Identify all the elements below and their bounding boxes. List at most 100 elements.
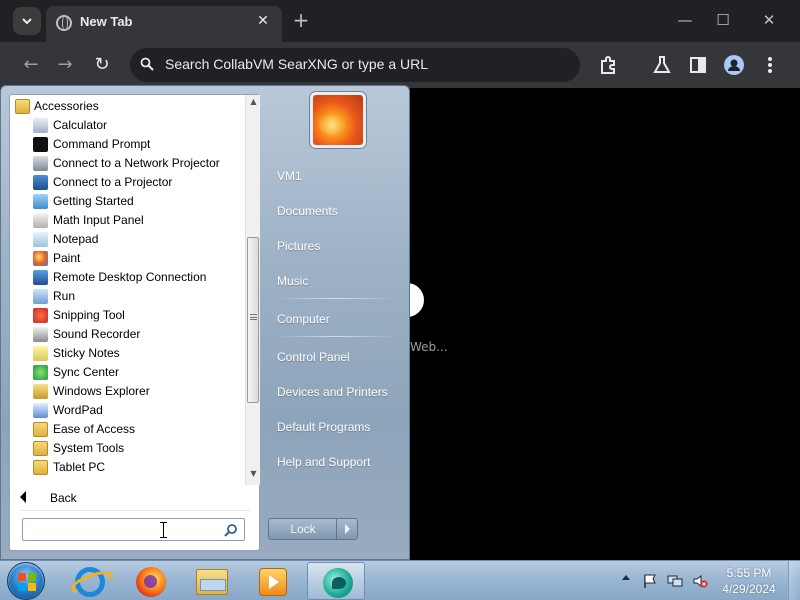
show-desktop-button[interactable] bbox=[788, 561, 800, 600]
globe-icon bbox=[56, 15, 72, 31]
menu-icon[interactable] bbox=[758, 53, 782, 77]
devices-printers-link[interactable]: Devices and Printers bbox=[277, 385, 388, 399]
windows-logo-icon bbox=[18, 573, 36, 591]
user-folder-link[interactable]: VM1 bbox=[277, 169, 302, 183]
list-item-label: Run bbox=[53, 289, 76, 303]
list-item[interactable]: Connect to a Network Projector bbox=[10, 154, 245, 173]
list-item[interactable]: Command Prompt bbox=[10, 135, 245, 154]
list-item[interactable]: Connect to a Projector bbox=[10, 173, 245, 192]
scroll-up-arrow-icon[interactable]: ▲ bbox=[246, 95, 261, 109]
list-item-label: Snipping Tool bbox=[53, 308, 125, 322]
list-item[interactable]: WordPad bbox=[10, 401, 245, 420]
list-item-label: Connect to a Projector bbox=[53, 175, 173, 189]
start-menu-left-pane: Accessories Calculator Command Prompt Conne… bbox=[9, 94, 260, 551]
labs-icon[interactable] bbox=[650, 53, 674, 77]
start-menu-right-pane: VM1 Documents Pictures Music Computer Co… bbox=[263, 86, 409, 556]
taskbar-media-player[interactable] bbox=[244, 562, 302, 600]
side-panel-icon[interactable] bbox=[686, 53, 710, 77]
documents-link[interactable]: Documents bbox=[277, 204, 338, 218]
list-item-label: Paint bbox=[53, 251, 81, 265]
snipping-tool-icon bbox=[33, 308, 48, 323]
taskbar-internet-explorer[interactable] bbox=[60, 562, 118, 600]
list-item-label: WordPad bbox=[53, 403, 103, 417]
list-item-label: Getting Started bbox=[53, 194, 134, 208]
notepad-icon bbox=[33, 232, 48, 247]
search-icon[interactable] bbox=[224, 523, 238, 537]
music-link[interactable]: Music bbox=[277, 274, 308, 288]
list-item[interactable]: Getting Started bbox=[10, 192, 245, 211]
run-icon bbox=[33, 289, 48, 304]
list-item[interactable]: Notepad bbox=[10, 230, 245, 249]
list-item-label: Ease of Access bbox=[53, 422, 136, 436]
list-item[interactable]: System Tools bbox=[10, 439, 245, 458]
network-icon[interactable] bbox=[667, 573, 683, 589]
minimize-button[interactable]: — bbox=[672, 8, 698, 32]
address-bar[interactable]: Search CollabVM SearXNG or type a URL bbox=[130, 48, 580, 82]
tab-new-tab[interactable]: New Tab ✕ bbox=[46, 6, 282, 42]
sync-center-icon bbox=[33, 365, 48, 380]
list-item[interactable]: Sticky Notes bbox=[10, 344, 245, 363]
list-item-label: Connect to a Network Projector bbox=[53, 156, 220, 170]
all-programs-list: Accessories Calculator Command Prompt Conne… bbox=[10, 95, 245, 485]
start-button[interactable] bbox=[7, 562, 45, 600]
profile-icon[interactable] bbox=[722, 53, 746, 77]
default-programs-link[interactable]: Default Programs bbox=[277, 420, 370, 434]
lock-button[interactable]: Lock bbox=[268, 518, 358, 540]
taskbar-remote-viewer[interactable] bbox=[307, 562, 365, 600]
divider bbox=[273, 336, 399, 337]
start-search-input[interactable] bbox=[22, 518, 245, 541]
tab-search-button[interactable] bbox=[13, 7, 41, 35]
back-arrow-icon bbox=[20, 491, 26, 503]
list-item-label: Tablet PC bbox=[53, 460, 106, 474]
maximize-button[interactable]: ☐ bbox=[710, 8, 736, 32]
computer-link[interactable]: Computer bbox=[277, 312, 330, 326]
close-window-button[interactable]: ✕ bbox=[756, 8, 782, 32]
extensions-icon[interactable] bbox=[597, 53, 621, 77]
math-input-icon bbox=[33, 213, 48, 228]
folder-icon bbox=[33, 422, 48, 437]
action-center-flag-icon[interactable] bbox=[642, 573, 658, 589]
clock-time[interactable]: 5:55 PM bbox=[718, 566, 780, 580]
list-item[interactable]: Paint bbox=[10, 249, 245, 268]
list-item[interactable]: Math Input Panel bbox=[10, 211, 245, 230]
reload-icon[interactable]: ↻ bbox=[89, 52, 115, 78]
shutdown-options-arrow-icon[interactable] bbox=[336, 519, 357, 539]
accessories-folder[interactable]: Accessories bbox=[10, 97, 245, 116]
volume-muted-icon[interactable] bbox=[692, 573, 708, 589]
show-hidden-icons-icon[interactable] bbox=[622, 575, 630, 580]
list-item[interactable]: Sound Recorder bbox=[10, 325, 245, 344]
page-status-text: Web... bbox=[410, 340, 448, 354]
user-picture[interactable] bbox=[310, 92, 366, 148]
address-bar-placeholder: Search CollabVM SearXNG or type a URL bbox=[165, 56, 428, 72]
list-item[interactable]: Run bbox=[10, 287, 245, 306]
folder-icon bbox=[33, 460, 48, 475]
list-item[interactable]: Sync Center bbox=[10, 363, 245, 382]
sound-recorder-icon bbox=[33, 327, 48, 342]
control-panel-link[interactable]: Control Panel bbox=[277, 350, 350, 364]
help-support-link[interactable]: Help and Support bbox=[277, 455, 370, 469]
pictures-link[interactable]: Pictures bbox=[277, 239, 320, 253]
list-item[interactable]: Calculator bbox=[10, 116, 245, 135]
scrollbar-thumb[interactable] bbox=[247, 237, 259, 403]
clock-date[interactable]: 4/29/2024 bbox=[718, 582, 780, 596]
new-tab-button[interactable]: + bbox=[290, 9, 312, 31]
list-item-label: Sync Center bbox=[53, 365, 120, 379]
list-item[interactable]: Ease of Access bbox=[10, 420, 245, 439]
list-item[interactable]: Remote Desktop Connection bbox=[10, 268, 245, 287]
list-item[interactable]: Windows Explorer bbox=[10, 382, 245, 401]
taskbar-windows-explorer[interactable] bbox=[183, 562, 241, 600]
close-icon[interactable]: ✕ bbox=[254, 12, 272, 30]
grip-icon bbox=[250, 314, 257, 320]
list-item[interactable]: Tablet PC bbox=[10, 458, 245, 477]
list-item-label: Remote Desktop Connection bbox=[53, 270, 207, 284]
list-item-label: Sticky Notes bbox=[53, 346, 120, 360]
back-arrow-icon[interactable]: ← bbox=[18, 52, 44, 78]
programs-scrollbar[interactable]: ▲ ▼ bbox=[245, 95, 260, 485]
tab-strip: New Tab ✕ + — ☐ ✕ bbox=[0, 0, 800, 42]
forward-arrow-icon[interactable]: → bbox=[52, 52, 78, 78]
taskbar-firefox[interactable] bbox=[121, 562, 179, 600]
scroll-down-arrow-icon[interactable]: ▼ bbox=[246, 467, 261, 481]
back-button[interactable]: Back bbox=[10, 485, 245, 511]
firefox-icon bbox=[136, 567, 166, 597]
list-item[interactable]: Snipping Tool bbox=[10, 306, 245, 325]
